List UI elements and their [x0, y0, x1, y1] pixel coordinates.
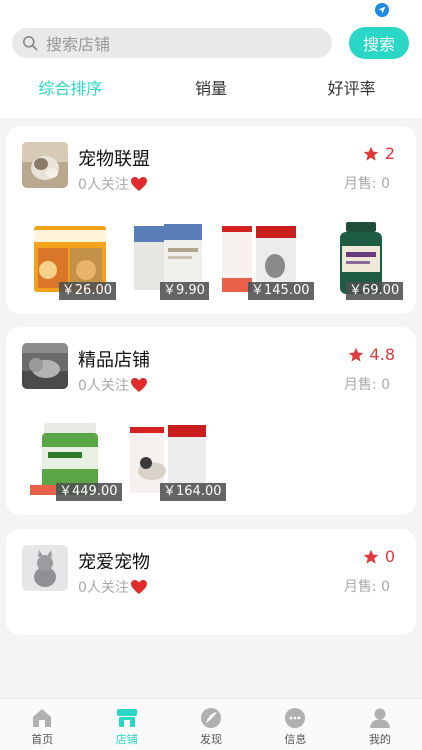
heart-icon: [130, 378, 147, 392]
shop-name: 宠物联盟: [78, 149, 150, 170]
shop-avatar: [22, 142, 68, 188]
search-input[interactable]: 搜索店铺: [12, 28, 332, 58]
tab-home[interactable]: 首页: [0, 699, 84, 750]
star-icon: [363, 549, 379, 564]
tab-rating[interactable]: 好评率: [281, 72, 422, 108]
tab-label: 店铺: [115, 733, 138, 746]
follow-count[interactable]: 0人关注: [78, 577, 148, 597]
home-icon: [33, 709, 52, 727]
top-bar: 搜索店铺 搜索 综合排序 销量 好评率: [0, 0, 422, 118]
product-price: ￥164.00: [160, 483, 226, 501]
shop-rating: 0: [363, 547, 395, 566]
search-button[interactable]: 搜索: [349, 27, 409, 59]
tab-label: 我的: [368, 733, 391, 746]
discover-icon: [201, 708, 222, 728]
monthly-sales: 月售: 0: [343, 377, 390, 393]
product-thumbnail[interactable]: ￥26.00: [28, 218, 116, 300]
follow-count[interactable]: 0人关注: [78, 375, 148, 395]
shop-avatar: [22, 343, 68, 389]
tab-discover[interactable]: 发现: [169, 699, 253, 750]
product-thumbnail[interactable]: ￥164.00: [128, 419, 226, 501]
shop-name: 精品店铺: [78, 350, 150, 371]
follow-count[interactable]: 0人关注: [78, 174, 148, 194]
star-icon: [348, 347, 363, 362]
shop-rating: 2: [363, 144, 395, 163]
tab-label: 信息: [284, 733, 307, 746]
follow-label: 0人关注: [78, 378, 129, 394]
product-price: ￥9.90: [160, 282, 209, 300]
tab-label: 首页: [31, 733, 54, 746]
star-icon: [363, 146, 379, 161]
shop-rating: 4.8: [348, 345, 395, 364]
product-thumbnail[interactable]: ￥9.90: [128, 218, 210, 300]
product-thumbnail[interactable]: ￥449.00: [28, 419, 122, 501]
monthly-sales: 月售: 0: [343, 579, 390, 595]
heart-icon: [130, 177, 147, 191]
search-icon: [23, 36, 38, 51]
follow-label: 0人关注: [78, 580, 129, 596]
tab-comprehensive-sort[interactable]: 综合排序: [0, 72, 141, 108]
monthly-sales: 月售: 0: [343, 176, 390, 192]
shop-card[interactable]: 宠爱宠物 0人关注 0 月售: 0: [6, 529, 416, 635]
shop-card[interactable]: 精品店铺 0人关注 4.8 月售: 0 ￥449.00 ￥164.00: [6, 327, 416, 515]
tab-sales[interactable]: 销量: [141, 72, 282, 108]
product-thumbnail[interactable]: ￥145.00: [220, 218, 314, 300]
profile-icon: [369, 708, 390, 728]
bottom-tab-bar: 首页 店铺 发现 信息 我的: [0, 698, 422, 750]
tab-label: 发现: [200, 733, 223, 746]
shop-name: 宠爱宠物: [78, 552, 150, 573]
rating-value: 2: [384, 144, 395, 163]
rating-value: 4.8: [369, 345, 395, 364]
shop-avatar: [22, 545, 68, 591]
product-price: ￥69.00: [346, 282, 404, 300]
product-price: ￥26.00: [58, 282, 116, 300]
product-price: ￥449.00: [56, 483, 122, 501]
message-icon: [285, 708, 306, 728]
product-thumbnail[interactable]: ￥69.00: [320, 218, 404, 300]
shop-icon: [116, 709, 137, 727]
tab-message[interactable]: 信息: [253, 699, 337, 750]
product-price: ￥145.00: [248, 282, 314, 300]
tab-profile[interactable]: 我的: [338, 699, 422, 750]
location-icon[interactable]: [375, 3, 389, 17]
heart-icon: [130, 580, 147, 594]
rating-value: 0: [384, 547, 395, 566]
search-placeholder: 搜索店铺: [46, 35, 111, 54]
tab-shop[interactable]: 店铺: [84, 699, 168, 750]
shop-card[interactable]: 宠物联盟 0人关注 2 月售: 0 ￥26.00 ￥9.90 ￥145.00 ￥…: [6, 126, 416, 314]
sort-tabs: 综合排序 销量 好评率: [0, 72, 422, 108]
follow-label: 0人关注: [78, 177, 129, 193]
